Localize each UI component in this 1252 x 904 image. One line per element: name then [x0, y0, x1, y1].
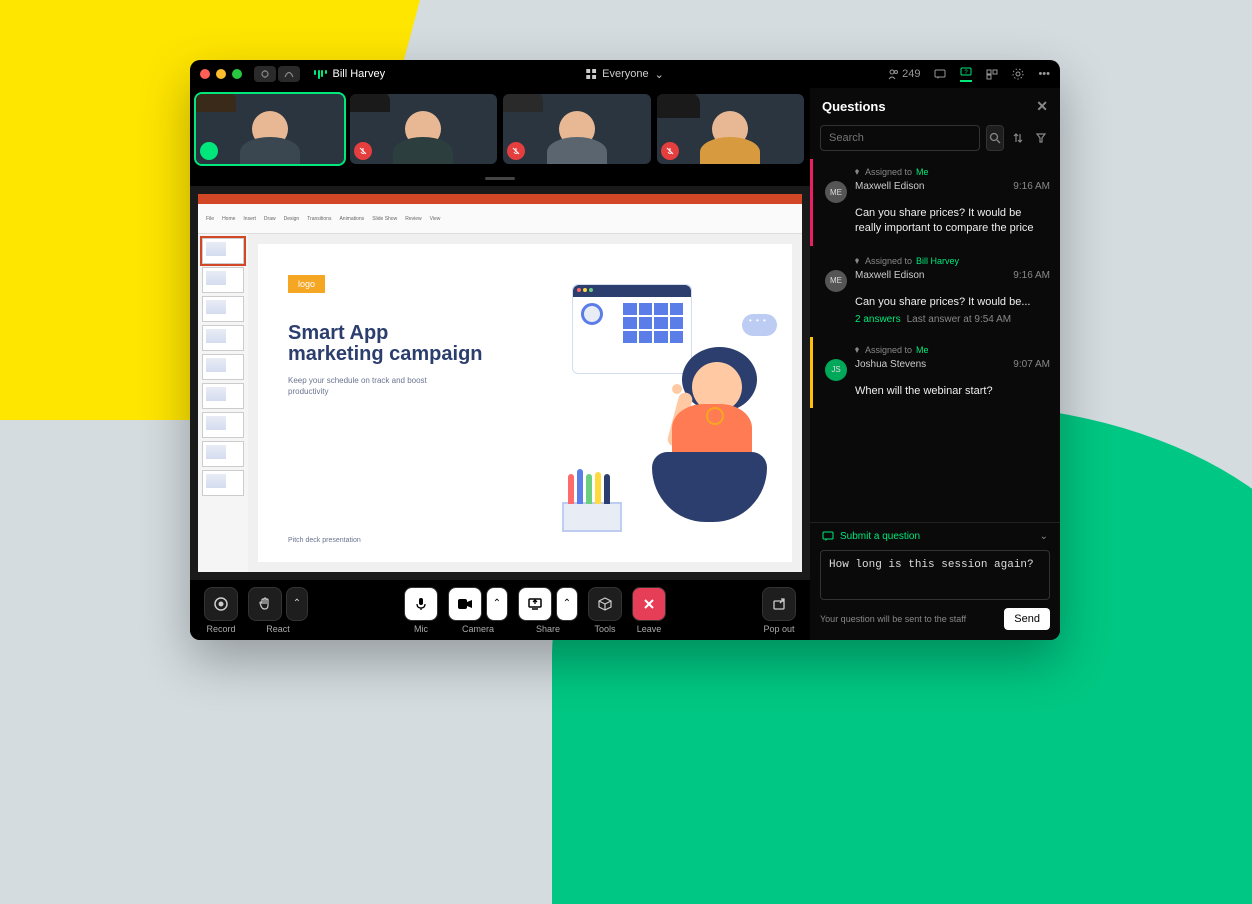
- mic-icon: [413, 596, 429, 612]
- participant-video[interactable]: [503, 94, 651, 164]
- audio-level-icon: [314, 70, 327, 79]
- share-icon: [527, 597, 543, 611]
- apps-icon: [986, 69, 998, 80]
- slide-thumb[interactable]: [202, 441, 244, 467]
- audio-settings-button[interactable]: [254, 66, 276, 82]
- slide-thumb[interactable]: [202, 267, 244, 293]
- slide-thumb[interactable]: [202, 354, 244, 380]
- avatar: JS: [825, 359, 847, 381]
- camera-button[interactable]: [448, 587, 482, 621]
- mic-on-icon: [200, 142, 218, 160]
- sort-button[interactable]: [1010, 125, 1027, 151]
- question-item[interactable]: Assigned to Me JSJoshua Stevens9:07 AM W…: [810, 337, 1060, 409]
- popout-button[interactable]: [762, 587, 796, 621]
- react-button[interactable]: [248, 587, 282, 621]
- slide-thumb[interactable]: [202, 383, 244, 409]
- questions-button[interactable]: ?: [960, 67, 972, 82]
- pin-icon: [853, 257, 861, 265]
- popout-icon: [772, 597, 786, 611]
- camera-chevron-button[interactable]: ⌃: [486, 587, 508, 621]
- chevron-down-icon: ⌄: [655, 68, 664, 81]
- questions-panel: Questions ✕ Assigned to Me MEMaxwell Edi…: [810, 88, 1060, 640]
- meeting-controls: Record ⌃ React Mic ⌃ Camera ⌃ Share: [190, 580, 810, 640]
- mic-button[interactable]: [404, 587, 438, 621]
- question-icon: ?: [960, 67, 972, 78]
- search-button[interactable]: [986, 125, 1004, 151]
- avatar: ME: [825, 181, 847, 203]
- avatar: ME: [825, 270, 847, 292]
- camera-icon: [457, 598, 473, 610]
- mic-muted-icon: [661, 142, 679, 160]
- ellipsis-icon: •••: [1038, 68, 1050, 80]
- window-close-icon[interactable]: [200, 69, 210, 79]
- send-button[interactable]: Send: [1004, 608, 1050, 630]
- window-maximize-icon[interactable]: [232, 69, 242, 79]
- current-user-name: Bill Harvey: [333, 68, 386, 80]
- close-panel-button[interactable]: ✕: [1036, 98, 1048, 115]
- filter-icon: [1035, 132, 1047, 144]
- slide-canvas: logo Smart App marketing campaign Keep y…: [258, 244, 792, 562]
- layout-switcher[interactable]: Everyone ⌄: [586, 68, 664, 81]
- chat-button[interactable]: [934, 69, 946, 80]
- slide-thumbnails[interactable]: [198, 234, 248, 572]
- question-item[interactable]: Assigned to Bill Harvey MEMaxwell Edison…: [810, 248, 1060, 335]
- record-button[interactable]: [204, 587, 238, 621]
- question-item[interactable]: Assigned to Me MEMaxwell Edison9:16 AM C…: [810, 159, 1060, 246]
- window-minimize-icon[interactable]: [216, 69, 226, 79]
- slide-subtitle: Keep your schedule on track and boost pr…: [288, 375, 448, 397]
- participant-video[interactable]: [350, 94, 498, 164]
- meeting-window: Bill Harvey Everyone ⌄ 249 ? •••: [190, 60, 1060, 640]
- mic-muted-icon: [507, 142, 525, 160]
- pin-icon: [853, 346, 861, 354]
- resize-handle[interactable]: [190, 170, 810, 186]
- record-icon: [213, 596, 229, 612]
- slide-thumb[interactable]: [202, 325, 244, 351]
- pin-icon: [853, 168, 861, 176]
- search-input[interactable]: [820, 125, 980, 151]
- close-icon: [642, 597, 656, 611]
- slide-logo: logo: [288, 275, 325, 293]
- settings-button[interactable]: [1012, 68, 1024, 80]
- participant-video[interactable]: [196, 94, 344, 164]
- question-submit-icon: [822, 531, 834, 542]
- people-icon: [888, 69, 899, 80]
- window-titlebar: Bill Harvey Everyone ⌄ 249 ? •••: [190, 60, 1060, 88]
- slide-thumb[interactable]: [202, 412, 244, 438]
- cube-icon: [597, 596, 613, 612]
- participant-video[interactable]: [657, 94, 805, 164]
- filter-button[interactable]: [1033, 125, 1050, 151]
- questions-list: Assigned to Me MEMaxwell Edison9:16 AM C…: [810, 159, 1060, 522]
- hand-icon: [257, 596, 273, 612]
- question-hint: Your question will be sent to the staff: [820, 614, 966, 624]
- panel-title: Questions: [822, 99, 886, 114]
- leave-button[interactable]: [632, 587, 666, 621]
- powerpoint-window: FileHomeInsertDrawDesignTransitionsAnima…: [198, 194, 802, 572]
- mic-muted-icon: [354, 142, 372, 160]
- slide-title: Smart App marketing campaign: [288, 323, 488, 365]
- chevron-down-icon: ⌄: [1040, 531, 1048, 542]
- network-status-button[interactable]: [278, 66, 300, 82]
- tools-button[interactable]: [588, 587, 622, 621]
- submit-question-toggle[interactable]: Submit a question ⌄: [810, 522, 1060, 550]
- sort-icon: [1012, 132, 1024, 144]
- grid-icon: [586, 69, 596, 79]
- slide-thumb[interactable]: [202, 470, 244, 496]
- question-input[interactable]: [820, 550, 1050, 600]
- more-button[interactable]: •••: [1038, 68, 1050, 80]
- slide-footer: Pitch deck presentation: [288, 537, 361, 544]
- apps-button[interactable]: [986, 69, 998, 80]
- gear-icon: [1012, 68, 1024, 80]
- shared-content: FileHomeInsertDrawDesignTransitionsAnima…: [190, 186, 810, 580]
- video-strip: [190, 88, 810, 170]
- participants-button[interactable]: 249: [888, 68, 920, 80]
- slide-thumb[interactable]: [202, 238, 244, 264]
- ribbon: FileHomeInsertDrawDesignTransitionsAnima…: [198, 204, 802, 234]
- slide-illustration: [512, 264, 772, 542]
- share-button[interactable]: [518, 587, 552, 621]
- share-chevron-button[interactable]: ⌃: [556, 587, 578, 621]
- slide-thumb[interactable]: [202, 296, 244, 322]
- search-icon: [989, 132, 1001, 144]
- react-chevron-button[interactable]: ⌃: [286, 587, 308, 621]
- chat-icon: [934, 69, 946, 80]
